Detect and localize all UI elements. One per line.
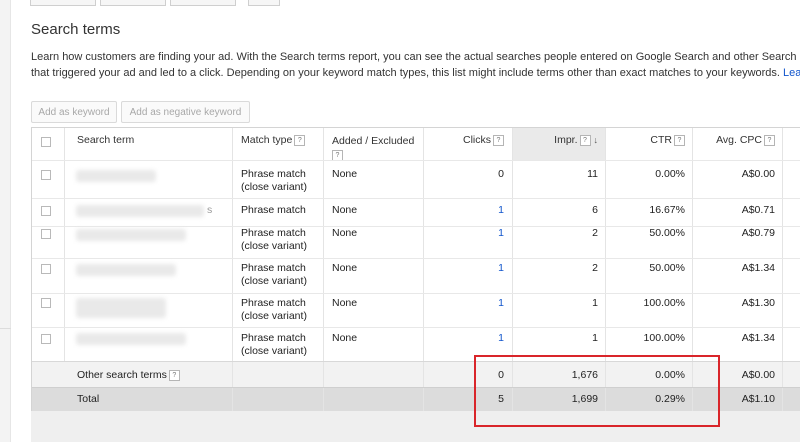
impr-value: 11 [587, 168, 598, 180]
header-avg-cpc-label: Avg. CPC [716, 134, 762, 146]
ctr-value: 0.00% [655, 168, 685, 180]
help-icon[interactable]: ? [493, 134, 504, 146]
blurred-search-term [76, 264, 176, 276]
red-highlight-box [474, 355, 720, 427]
top-toolbar-remnant [0, 0, 800, 12]
blurred-search-term [76, 229, 186, 241]
clicks-value[interactable]: 1 [432, 227, 504, 240]
header-ctr-label: CTR [650, 134, 672, 146]
top-button[interactable] [30, 0, 96, 6]
add-as-keyword-button[interactable]: Add as keyword [31, 101, 117, 123]
ctr-value: 16.67% [649, 204, 685, 216]
clicks-value[interactable]: 1 [432, 297, 504, 310]
header-avg-cpc[interactable]: Avg. CPC? [700, 134, 775, 147]
impr-value: 2 [592, 262, 598, 274]
description-line2: that triggered your ad and led to a clic… [31, 67, 780, 79]
avg-cpc-value: A$1.34 [741, 332, 775, 344]
ctr-value: 50.00% [649, 262, 685, 274]
help-icon[interactable]: ? [674, 134, 685, 146]
added-excluded: None [332, 204, 358, 216]
ctr-value: 50.00% [649, 227, 685, 239]
impr-value: 6 [592, 204, 598, 216]
impr-value: 2 [592, 227, 598, 239]
row-checkbox[interactable] [41, 170, 51, 180]
other-search-terms-label: Other search terms? [77, 369, 180, 382]
added-excluded: None [332, 297, 358, 309]
avg-cpc-value: A$1.30 [741, 297, 775, 309]
impr-value: 1 [592, 297, 598, 309]
clicks-value[interactable]: 1 [432, 262, 504, 275]
added-excluded: None [332, 262, 358, 274]
match-type: Phrase match [241, 204, 306, 216]
row-checkbox[interactable] [41, 264, 51, 274]
avg-cpc-value: A$0.79 [741, 227, 775, 239]
row-checkbox[interactable] [41, 229, 51, 239]
header-ctr[interactable]: CTR? [612, 134, 685, 147]
match-type: Phrase match (close variant) [241, 168, 307, 193]
help-icon[interactable]: ? [168, 369, 180, 381]
left-rail [0, 0, 11, 442]
description: Learn how customers are finding your ad.… [31, 49, 800, 81]
header-clicks-label: Clicks [463, 134, 491, 146]
top-button[interactable] [170, 0, 236, 6]
top-button[interactable] [100, 0, 166, 6]
page-title: Search terms [31, 21, 121, 38]
add-as-negative-keyword-button[interactable]: Add as negative keyword [121, 101, 250, 123]
sort-desc-icon[interactable]: ↓ [594, 135, 599, 145]
total-label: Total [77, 393, 100, 405]
ctr-value: 100.00% [643, 332, 685, 344]
header-match-type[interactable]: Match type? [241, 134, 306, 147]
select-all-checkbox[interactable] [41, 137, 51, 147]
description-line1: Learn how customers are finding your ad.… [31, 51, 800, 63]
top-button[interactable] [248, 0, 280, 6]
avg-cpc-value: A$0.71 [741, 204, 775, 216]
header-impr[interactable]: Impr.? ↓ [520, 134, 598, 147]
search-term-suffix: s [207, 204, 213, 216]
blurred-search-term [76, 333, 186, 345]
header-search-term[interactable]: Search term [77, 134, 134, 147]
header-added-excluded-label: Added / Excluded [332, 135, 415, 147]
help-icon[interactable]: ? [764, 134, 775, 146]
clicks-value: 0 [498, 168, 504, 180]
added-excluded: None [332, 168, 358, 180]
row-checkbox[interactable] [41, 206, 51, 216]
ctr-value: 100.00% [643, 297, 685, 309]
avg-cpc-value: A$1.34 [741, 262, 775, 274]
clicks-value[interactable]: 1 [432, 332, 504, 345]
match-type: Phrase match (close variant) [241, 332, 307, 357]
header-added-excluded[interactable]: Added / Excluded? [332, 134, 414, 162]
added-excluded: None [332, 332, 358, 344]
added-excluded: None [332, 227, 358, 239]
match-type: Phrase match (close variant) [241, 262, 307, 287]
impr-value: 1 [592, 332, 598, 344]
blurred-search-term [76, 170, 156, 182]
help-icon[interactable]: ? [294, 134, 306, 146]
avg-cpc-value: A$0.00 [741, 168, 775, 180]
learn-more-link[interactable]: Learn m [783, 67, 800, 79]
match-type: Phrase match (close variant) [241, 297, 307, 322]
blurred-search-term [76, 205, 204, 217]
match-type: Phrase match (close variant) [241, 227, 307, 252]
row-checkbox[interactable] [41, 298, 51, 308]
row-checkbox[interactable] [41, 334, 51, 344]
header-clicks[interactable]: Clicks? [432, 134, 504, 147]
help-icon[interactable]: ? [579, 134, 591, 146]
header-match-type-label: Match type [241, 134, 293, 146]
header-impr-label: Impr. [554, 134, 578, 146]
clicks-value[interactable]: 1 [432, 204, 504, 217]
blurred-search-term [76, 298, 166, 318]
